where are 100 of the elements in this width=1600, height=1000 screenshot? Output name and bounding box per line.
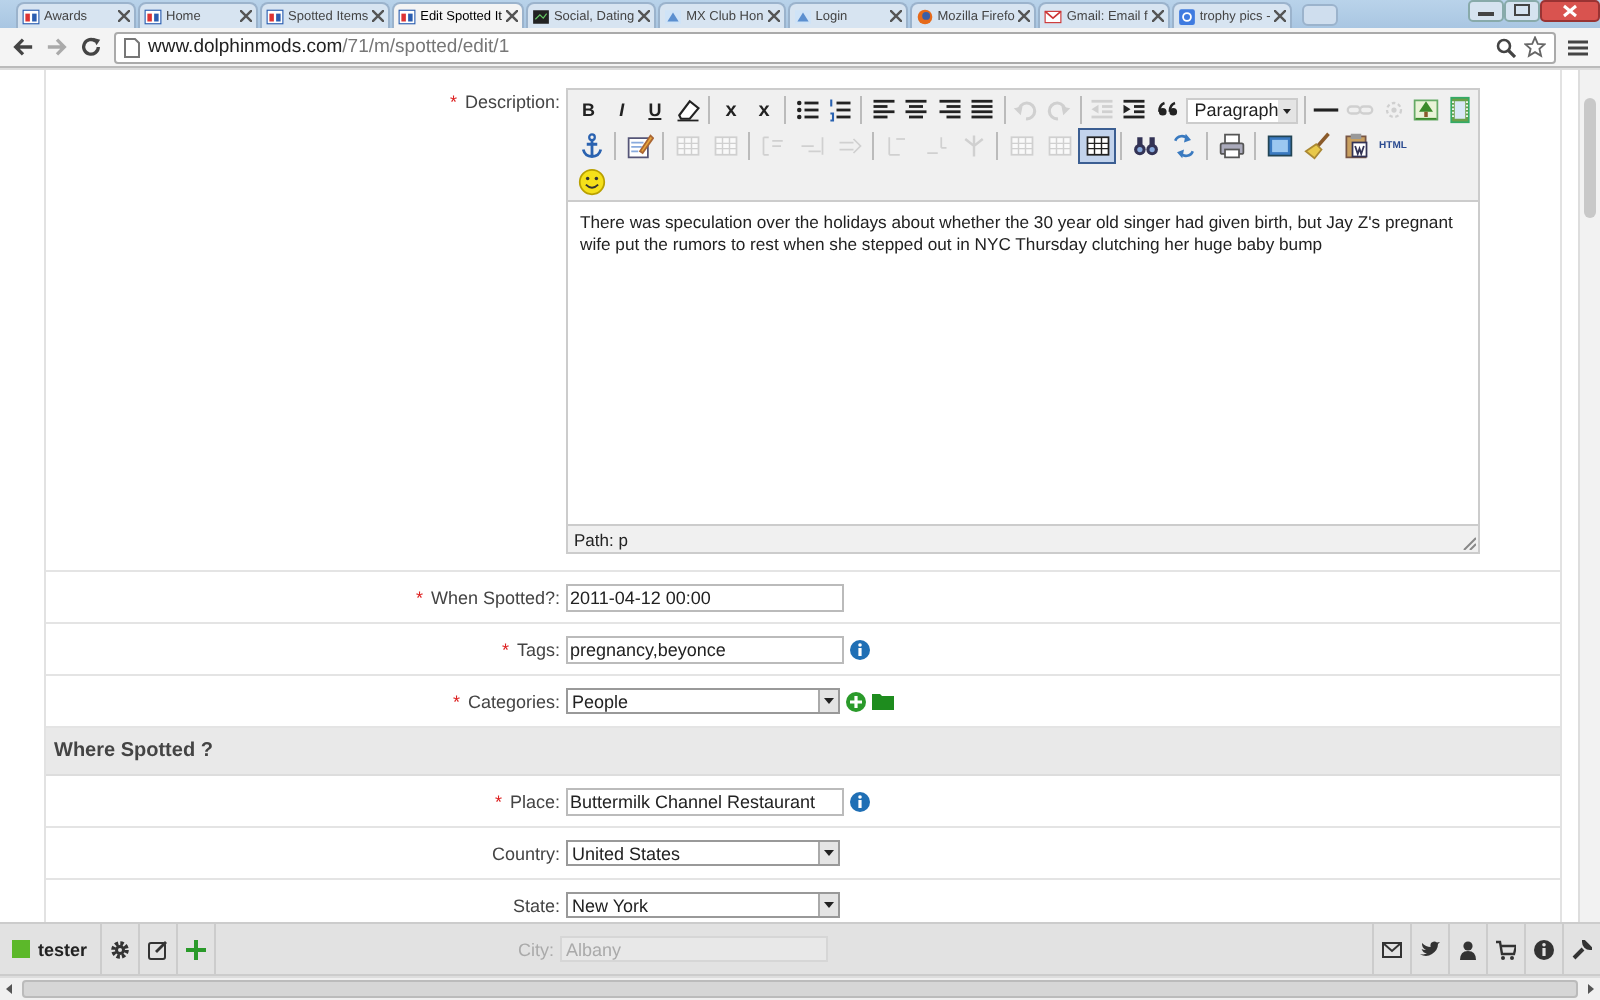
required-mark: * <box>452 691 460 711</box>
minimize-icon[interactable] <box>1468 0 1504 22</box>
zoom-icon[interactable] <box>1496 37 1516 57</box>
site-icon <box>22 7 40 25</box>
printer-icon <box>1217 132 1245 160</box>
table-icon <box>1007 132 1035 160</box>
dropdown[interactable]: United States <box>566 840 840 866</box>
editor-text[interactable]: There was speculation over the holidays about whether the 30 year old singer had given birth, but Jay Z's pregnant wife put the rumors to rest when she stepped out in NYC Thursday clutching her huge baby bump <box>568 200 1478 526</box>
field-label: State: <box>512 895 560 915</box>
required-mark: * <box>449 92 457 112</box>
superscript-button[interactable]: x <box>747 92 781 128</box>
close-icon[interactable] <box>372 10 385 22</box>
underline-button[interactable]: U <box>638 92 672 128</box>
site-icon <box>398 7 417 25</box>
close-icon[interactable] <box>240 10 252 22</box>
plus-circle-icon[interactable] <box>846 691 866 711</box>
eraser-icon <box>674 96 703 124</box>
monitor-icon <box>1265 132 1293 160</box>
cart-icon <box>1496 939 1516 959</box>
close-icon[interactable] <box>118 10 130 22</box>
close-icon[interactable] <box>505 10 518 22</box>
pencil-document-icon <box>625 132 653 160</box>
back-icon[interactable] <box>12 36 34 58</box>
section-header: Where Spotted ? <box>46 728 1560 776</box>
redo-icon <box>1044 96 1073 124</box>
required-mark: * <box>494 791 502 811</box>
italic-button[interactable]: I <box>605 92 639 128</box>
plus-icon <box>185 939 206 959</box>
bracket-lines-icon <box>759 132 787 160</box>
scrollbar-thumb[interactable] <box>1584 98 1596 218</box>
path-label: Path: p <box>574 529 628 549</box>
site-icon <box>531 7 550 25</box>
reload-icon[interactable] <box>80 36 102 58</box>
resize-grip-icon[interactable] <box>1462 536 1476 550</box>
dropdown-arrow-icon <box>824 902 834 908</box>
dropdown[interactable]: People <box>566 688 840 714</box>
field-label: City: <box>516 939 556 959</box>
info-icon[interactable] <box>850 791 870 811</box>
site-icon <box>664 7 683 25</box>
outdent-icon <box>1087 96 1116 124</box>
dropdown[interactable]: New York <box>566 892 840 918</box>
dropdown-arrow-icon <box>824 698 834 704</box>
folder-icon[interactable] <box>872 692 894 710</box>
binoculars-icon <box>1131 132 1159 160</box>
site-icon <box>266 7 284 25</box>
table-button[interactable] <box>1078 128 1116 164</box>
tree-picture-icon <box>1412 96 1441 124</box>
align-center-icon <box>902 96 931 124</box>
settings-icon <box>109 939 130 959</box>
clipboard-icon <box>1341 132 1369 160</box>
close-icon[interactable] <box>1018 10 1031 22</box>
fork-icon <box>959 132 987 160</box>
required-mark: * <box>415 587 423 607</box>
info-icon[interactable] <box>850 639 870 659</box>
align-left-icon <box>869 96 898 124</box>
site-icon <box>1044 7 1063 25</box>
table-icon <box>1083 132 1111 160</box>
indent-icon <box>1120 96 1149 124</box>
close-icon[interactable] <box>767 10 780 22</box>
person-icon <box>1458 939 1478 959</box>
close-icon[interactable] <box>638 10 651 22</box>
field-label: Tags: <box>516 639 560 659</box>
broom-icon <box>1303 132 1331 160</box>
bulleted-list-icon <box>793 96 821 124</box>
site-icon <box>144 7 162 25</box>
undo-icon <box>1011 96 1040 124</box>
scrollbar-thumb[interactable] <box>22 980 1578 998</box>
info-icon <box>1534 939 1554 959</box>
format-dropdown[interactable]: Paragraph <box>1186 97 1299 123</box>
circular-arrows-icon <box>1169 132 1197 160</box>
wrench-icon <box>1572 939 1592 959</box>
close-icon[interactable] <box>1274 10 1287 22</box>
input-field[interactable]: 2011-04-12 00:00 <box>566 583 844 611</box>
column-lines-icon <box>797 132 825 160</box>
subscript-button[interactable]: x <box>714 92 748 128</box>
user-menu[interactable]: tester <box>12 924 102 974</box>
mail-icon <box>1382 939 1402 959</box>
field-label: Description: <box>464 92 560 112</box>
maximize-icon[interactable] <box>1504 0 1540 22</box>
close-icon[interactable] <box>889 10 902 22</box>
table-icon <box>711 132 739 160</box>
corner-lines-icon <box>883 132 911 160</box>
align-right-icon <box>935 96 964 124</box>
input-field[interactable]: pregnancy,beyonce <box>566 635 844 663</box>
star-icon[interactable] <box>1524 36 1546 58</box>
bold-button[interactable]: B <box>572 92 606 128</box>
bird-icon <box>1420 939 1440 959</box>
input-field[interactable]: Buttermilk Channel Restaurant <box>566 787 844 815</box>
table-icon <box>673 132 701 160</box>
field-label: Categories: <box>467 691 560 711</box>
status-square-icon <box>12 940 30 958</box>
dropdown-arrow-icon <box>824 850 834 856</box>
menu-icon[interactable] <box>1568 37 1588 57</box>
smiley-icon <box>577 168 605 196</box>
corner-lines-icon <box>921 132 949 160</box>
close-icon[interactable] <box>1151 10 1164 22</box>
field-label: Country: <box>491 843 560 863</box>
close-icon[interactable] <box>1540 0 1600 22</box>
address-field[interactable]: www.dolphinmods.com/71/m/spotted/edit/1 <box>114 31 1556 63</box>
numbered-list-icon <box>826 96 855 124</box>
